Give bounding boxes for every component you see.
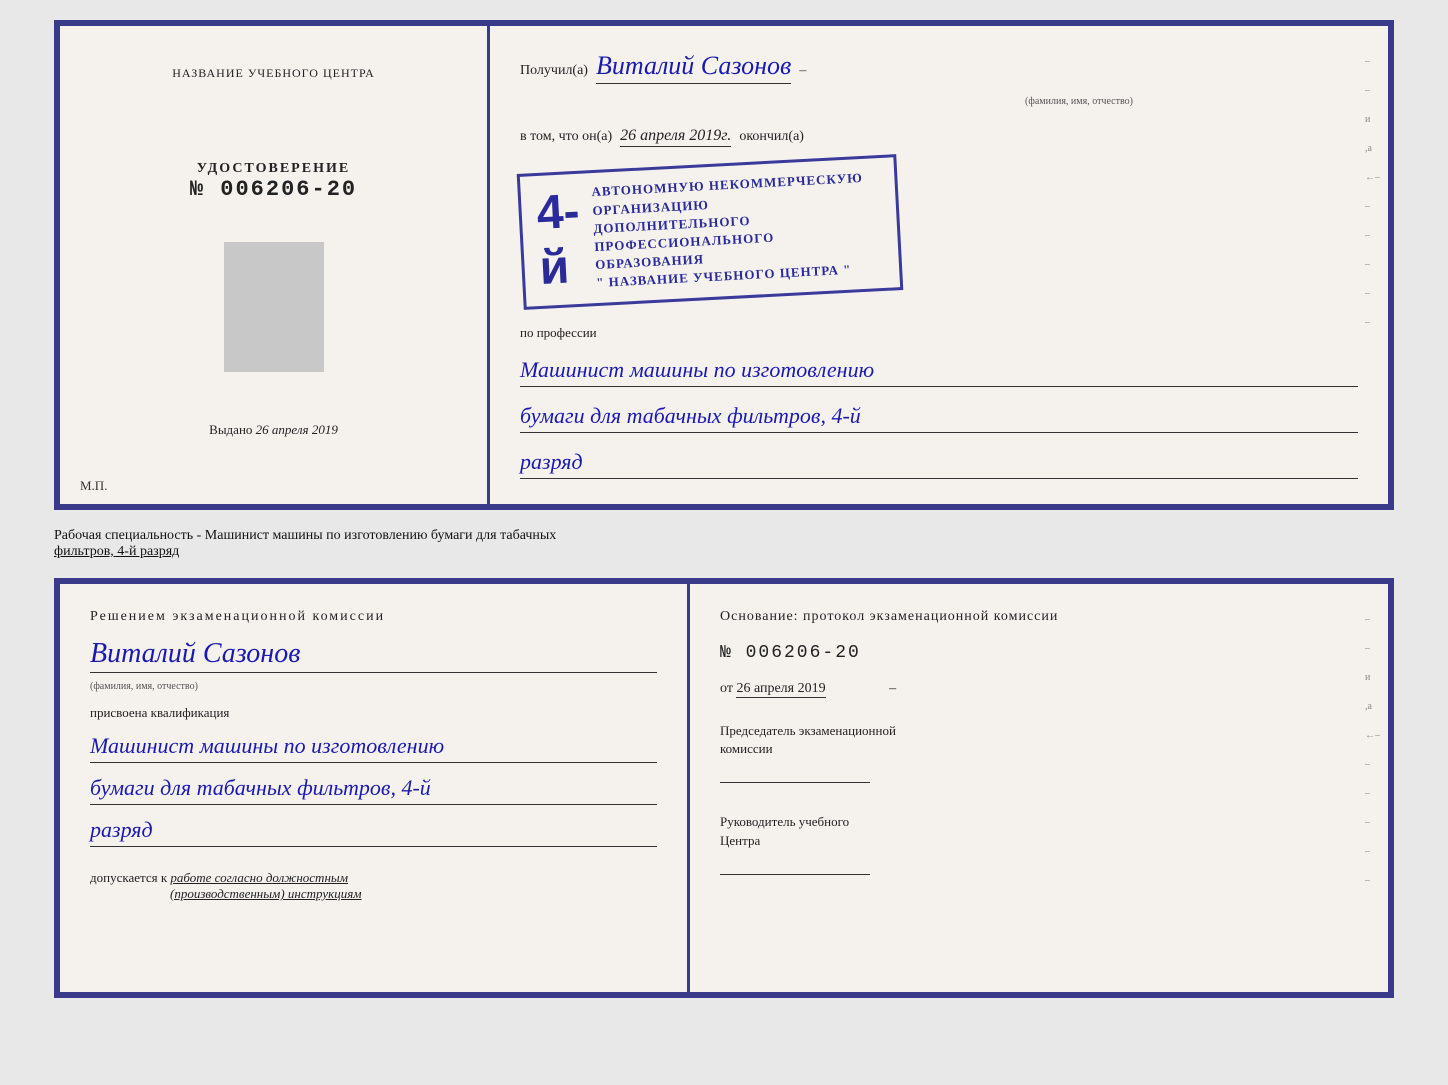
dopuskaetsya-value1: работе согласно должностным bbox=[170, 870, 348, 885]
ot-prefix: от bbox=[720, 681, 733, 696]
dopuskaetsya-block: допускается к работе согласно должностны… bbox=[90, 870, 657, 902]
vydano-date: 26 апреля 2019 bbox=[256, 422, 338, 437]
predsedatel-label: Председатель экзаменационной комиссии bbox=[720, 722, 1358, 758]
profession-line2: бумаги для табачных фильтров, 4-й bbox=[520, 399, 1358, 433]
between-section-text: Рабочая специальность - Машинист машины … bbox=[54, 522, 1394, 566]
osnovanie-label: Основание: протокол экзаменационной коми… bbox=[720, 609, 1358, 625]
rukovoditel-block: Руководитель учебного Центра bbox=[720, 813, 1358, 874]
rukovoditel-label: Руководитель учебного Центра bbox=[720, 813, 1358, 849]
udostoverenie-title: УДОСТОВЕРЕНИЕ bbox=[190, 161, 357, 177]
stamp-number: 4-й bbox=[535, 184, 586, 296]
ot-date-block: от 26 апреля 2019 – bbox=[720, 681, 1358, 697]
between-line1: Рабочая специальность - Машинист машины … bbox=[54, 528, 556, 543]
qual-line2: бумаги для табачных фильтров, 4-й bbox=[90, 771, 657, 805]
qual-line3: разряд bbox=[90, 813, 657, 847]
rukovoditel-signature-line bbox=[720, 855, 870, 875]
right-decorative: ––и,а←–––––– bbox=[1365, 56, 1380, 328]
resheniem-label: Решением экзаменационной комиссии bbox=[90, 609, 657, 625]
person-name-bottom: Виталий Сазонов bbox=[90, 638, 657, 673]
between-line2: фильтров, 4-й разряд bbox=[54, 544, 179, 559]
fio-label-top: (фамилия, имя, отчество) bbox=[800, 96, 1358, 107]
training-center-label: НАЗВАНИЕ УЧЕБНОГО ЦЕНТРА bbox=[172, 66, 375, 81]
predsedatel-signature-line bbox=[720, 763, 870, 783]
udostoverenie-number: № 006206-20 bbox=[190, 177, 357, 202]
qual-line1: Машинист машины по изготовлению bbox=[90, 729, 657, 763]
profession-line3: разряд bbox=[520, 445, 1358, 479]
cert-right-page: Получил(а) Виталий Сазонов – (фамилия, и… bbox=[490, 26, 1388, 504]
cert-left-page: НАЗВАНИЕ УЧЕБНОГО ЦЕНТРА УДОСТОВЕРЕНИЕ №… bbox=[60, 26, 490, 504]
protocol-number: № 006206-20 bbox=[720, 643, 1358, 663]
vtom-date: 26 апреля 2019г. bbox=[620, 127, 731, 147]
udostoverenie-block: УДОСТОВЕРЕНИЕ № 006206-20 bbox=[190, 161, 357, 202]
bottom-left-page: Решением экзаменационной комиссии Витали… bbox=[60, 584, 690, 992]
dopuskaetsya-value2: (производственным) инструкциям bbox=[170, 886, 362, 901]
vtom-prefix: в том, что он(а) bbox=[520, 129, 612, 145]
vydano-line: Выдано 26 апреля 2019 bbox=[209, 422, 338, 448]
po-professii-label: по профессии bbox=[520, 325, 1358, 341]
bottom-right-page: Основание: протокол экзаменационной коми… bbox=[690, 584, 1388, 992]
photo-placeholder bbox=[224, 242, 324, 372]
right-decorative-bottom: ––и,а←–––––– bbox=[1365, 614, 1380, 886]
stamp-block: 4-й АВТОНОМНУЮ НЕКОММЕРЧЕСКУЮ ОРГАНИЗАЦИ… bbox=[517, 154, 904, 310]
okonchil-label: окончил(а) bbox=[739, 129, 804, 145]
bottom-certificate: Решением экзаменационной комиссии Витали… bbox=[54, 578, 1394, 998]
dopuskaetsya-prefix: допускается к bbox=[90, 870, 167, 885]
top-certificate: НАЗВАНИЕ УЧЕБНОГО ЦЕНТРА УДОСТОВЕРЕНИЕ №… bbox=[54, 20, 1394, 510]
predsedatel-block: Председатель экзаменационной комиссии bbox=[720, 722, 1358, 783]
recipient-name: Виталий Сазонов bbox=[596, 51, 791, 84]
prisvoena-label: присвоена квалификация bbox=[90, 705, 657, 721]
ot-date-value: 26 апреля 2019 bbox=[736, 681, 825, 698]
vydano-prefix: Выдано bbox=[209, 422, 252, 437]
poluchil-prefix: Получил(а) bbox=[520, 63, 588, 79]
fio-label-bottom: (фамилия, имя, отчество) bbox=[90, 681, 657, 692]
mp-label: М.П. bbox=[80, 478, 107, 494]
profession-line1: Машинист машины по изготовлению bbox=[520, 353, 1358, 387]
